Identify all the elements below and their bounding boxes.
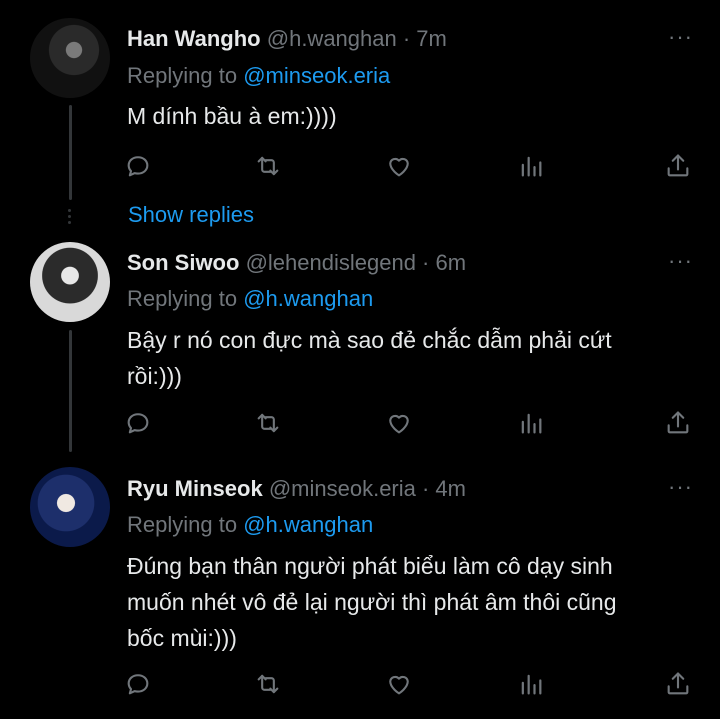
display-name[interactable]: Ryu Minseok bbox=[127, 476, 263, 501]
reply-icon bbox=[124, 674, 152, 702]
views-icon bbox=[517, 674, 545, 702]
retweet-icon bbox=[254, 674, 282, 702]
replying-to: Replying to @h.wanghan bbox=[127, 286, 374, 311]
handle-and-time: @minseok.eria · 4m bbox=[268, 476, 466, 501]
reply-button[interactable] bbox=[124, 670, 152, 698]
action-bar bbox=[0, 670, 720, 700]
avatar[interactable] bbox=[30, 18, 110, 98]
reply-button[interactable] bbox=[124, 409, 152, 437]
share-button[interactable] bbox=[664, 409, 692, 437]
more-options-icon[interactable]: ··· bbox=[668, 474, 693, 500]
share-button[interactable] bbox=[664, 670, 692, 698]
action-bar bbox=[0, 152, 720, 182]
replying-to: Replying to @minseok.eria bbox=[127, 63, 391, 88]
views-button[interactable] bbox=[517, 670, 545, 698]
mention-link[interactable]: @h.wanghan bbox=[243, 512, 373, 537]
display-name[interactable]: Han Wangho bbox=[127, 26, 261, 51]
retweet-icon bbox=[254, 156, 282, 184]
tweet-text: M dính bầu à em:)))) bbox=[127, 103, 337, 129]
mention-link[interactable]: @minseok.eria bbox=[243, 63, 390, 88]
views-button[interactable] bbox=[517, 152, 545, 180]
like-button[interactable] bbox=[385, 670, 413, 698]
tweet-text: Đúng bạn thân người phát biểu làm cô dạy… bbox=[127, 553, 617, 651]
like-button[interactable] bbox=[385, 152, 413, 180]
share-icon bbox=[664, 411, 692, 441]
like-icon bbox=[385, 157, 413, 184]
reply-icon bbox=[124, 413, 152, 441]
views-button[interactable] bbox=[517, 409, 545, 437]
retweet-button[interactable] bbox=[254, 152, 282, 180]
avatar[interactable] bbox=[30, 242, 110, 322]
action-bar bbox=[0, 409, 720, 439]
tweet-text: Bậy r nó con đực mà sao đẻ chắc dẫm phải… bbox=[127, 327, 612, 389]
show-replies-link[interactable]: Show replies bbox=[128, 202, 254, 228]
views-icon bbox=[517, 413, 545, 441]
replying-to: Replying to @h.wanghan bbox=[127, 512, 374, 537]
handle-and-time: @lehendislegend · 6m bbox=[245, 250, 467, 275]
more-options-icon[interactable]: ··· bbox=[668, 24, 693, 50]
handle-and-time: @h.wanghan · 7m bbox=[266, 26, 447, 51]
share-icon bbox=[664, 672, 692, 702]
like-button[interactable] bbox=[385, 409, 413, 437]
retweet-button[interactable] bbox=[254, 670, 282, 698]
thread-dots bbox=[68, 206, 72, 227]
more-options-icon[interactable]: ··· bbox=[668, 248, 693, 274]
retweet-icon bbox=[254, 413, 282, 441]
like-icon bbox=[385, 675, 413, 702]
mention-link[interactable]: @h.wanghan bbox=[243, 286, 373, 311]
reply-icon bbox=[124, 156, 152, 184]
retweet-button[interactable] bbox=[254, 409, 282, 437]
like-icon bbox=[385, 414, 413, 441]
reply-button[interactable] bbox=[124, 152, 152, 180]
display-name[interactable]: Son Siwoo bbox=[127, 250, 239, 275]
share-button[interactable] bbox=[664, 152, 692, 180]
views-icon bbox=[517, 156, 545, 184]
avatar[interactable] bbox=[30, 467, 110, 547]
share-icon bbox=[664, 154, 692, 184]
